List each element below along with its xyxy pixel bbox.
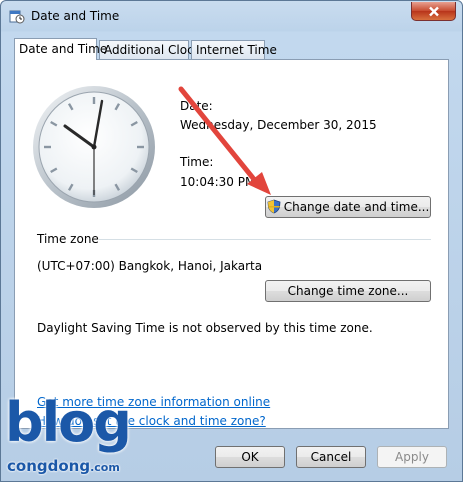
watermark-blog-text: blog <box>5 391 132 454</box>
blog-watermark: blog congdong.com <box>5 393 145 483</box>
red-annotation-arrow <box>178 86 271 195</box>
clock-calendar-icon <box>9 10 25 24</box>
change-time-zone-button[interactable]: Change time zone... <box>265 280 431 302</box>
title-bar[interactable]: Date and Time <box>1 1 462 31</box>
date-and-time-window: Date and Time Date and Time Additional C… <box>0 0 463 482</box>
watermark-site-name: congdong <box>7 457 91 475</box>
watermark-site-suffix: .com <box>90 461 120 474</box>
tab-internet-time[interactable]: Internet Time <box>191 40 277 59</box>
change-date-time-label: Change date and time... <box>283 200 430 214</box>
cancel-button[interactable]: Cancel <box>296 446 366 468</box>
close-icon <box>428 6 439 16</box>
watermark-site: congdong.com <box>7 457 120 475</box>
time-zone-section-label: Time zone <box>37 232 99 246</box>
close-button[interactable] <box>411 2 456 21</box>
dst-note: Daylight Saving Time is not observed by … <box>37 321 373 335</box>
ok-button[interactable]: OK <box>215 446 285 468</box>
tab-additional-clocks[interactable]: Additional Clocks <box>99 40 207 59</box>
window-title: Date and Time <box>31 9 120 23</box>
change-date-time-button[interactable]: Change date and time... <box>265 196 431 218</box>
section-divider <box>99 239 431 240</box>
time-zone-value: (UTC+07:00) Bangkok, Hanoi, Jakarta <box>37 259 263 273</box>
apply-button[interactable]: Apply <box>377 446 447 468</box>
analog-clock-icon <box>33 86 155 208</box>
tab-date-and-time[interactable]: Date and Time <box>14 38 107 60</box>
